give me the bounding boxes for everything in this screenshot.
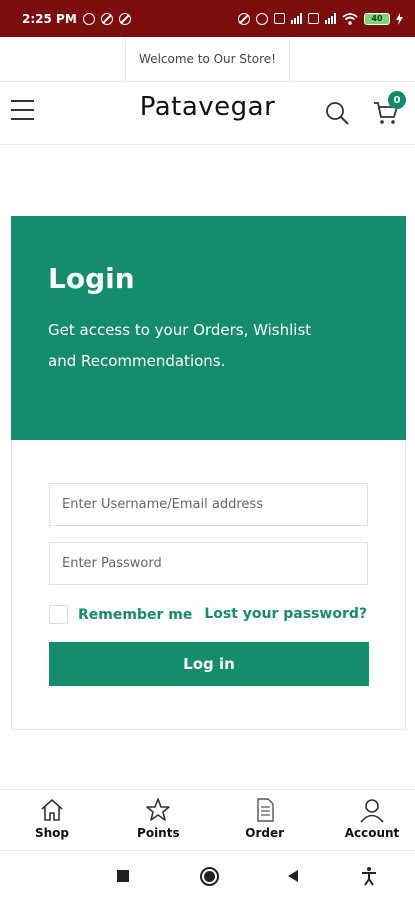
document-icon bbox=[256, 798, 274, 822]
wifi-icon bbox=[342, 12, 358, 25]
nav-account-label: Account bbox=[344, 826, 400, 840]
bottom-nav: Shop Points Order Account bbox=[0, 789, 415, 851]
app-header: Patavegar 0 bbox=[0, 82, 415, 144]
alarm-icon bbox=[82, 12, 95, 25]
welcome-text: Welcome to Our Store! bbox=[139, 52, 276, 66]
nav-shop[interactable]: Shop bbox=[22, 790, 82, 850]
mute-icon bbox=[238, 12, 250, 25]
back-icon[interactable] bbox=[288, 870, 298, 882]
blocked-icon-2 bbox=[118, 12, 131, 25]
battery-icon: 40 bbox=[364, 12, 390, 25]
search-icon[interactable] bbox=[324, 100, 350, 126]
cart-count-badge: 0 bbox=[388, 91, 406, 109]
recents-icon[interactable] bbox=[117, 870, 129, 882]
login-subtitle-line2: and Recommendations. bbox=[48, 352, 226, 370]
login-title: Login bbox=[48, 262, 135, 295]
password-input[interactable] bbox=[49, 542, 368, 585]
brand-title[interactable]: Patavegar bbox=[0, 92, 415, 122]
home-icon bbox=[41, 799, 63, 821]
login-button[interactable]: Log in bbox=[49, 642, 369, 686]
nav-account[interactable]: Account bbox=[341, 790, 403, 850]
login-form: Remember me Lost your password? Log in bbox=[11, 440, 406, 730]
nav-points-label: Points bbox=[137, 826, 180, 840]
remember-me: Remember me bbox=[49, 605, 192, 624]
username-input[interactable] bbox=[49, 483, 368, 526]
nav-points[interactable]: Points bbox=[128, 790, 188, 850]
blocked-icon bbox=[100, 12, 113, 25]
remember-me-label[interactable]: Remember me bbox=[78, 607, 192, 623]
accessibility-icon[interactable] bbox=[360, 866, 378, 886]
remember-me-checkbox[interactable] bbox=[49, 605, 68, 624]
system-nav bbox=[0, 852, 415, 900]
login-subtitle-line1: Get access to your Orders, Wishlist bbox=[48, 321, 312, 339]
divider-2 bbox=[0, 144, 415, 145]
sim1-icon bbox=[274, 13, 285, 24]
login-subtitle: Get access to your Orders, Wishlist and … bbox=[48, 315, 369, 377]
home-circle-icon[interactable] bbox=[200, 867, 219, 886]
nav-order-label: Order bbox=[245, 826, 285, 840]
signal-icon-2 bbox=[325, 13, 336, 24]
status-left: 2:25 PM bbox=[22, 12, 131, 26]
nav-shop-label: Shop bbox=[34, 826, 70, 840]
alarm-clock-icon bbox=[256, 12, 268, 25]
sim2-icon bbox=[308, 13, 319, 24]
charging-icon bbox=[396, 12, 403, 25]
status-right: 40 bbox=[238, 12, 403, 25]
status-bar: 2:25 PM 40 bbox=[0, 0, 415, 37]
status-time: 2:25 PM bbox=[22, 11, 77, 26]
signal-icon bbox=[291, 13, 302, 24]
welcome-banner: Welcome to Our Store! bbox=[125, 37, 290, 81]
login-hero: Login Get access to your Orders, Wishlis… bbox=[11, 216, 406, 440]
lost-password-link[interactable]: Lost your password? bbox=[204, 606, 367, 622]
nav-order[interactable]: Order bbox=[235, 790, 295, 850]
user-icon bbox=[360, 799, 384, 823]
star-icon bbox=[146, 798, 171, 821]
